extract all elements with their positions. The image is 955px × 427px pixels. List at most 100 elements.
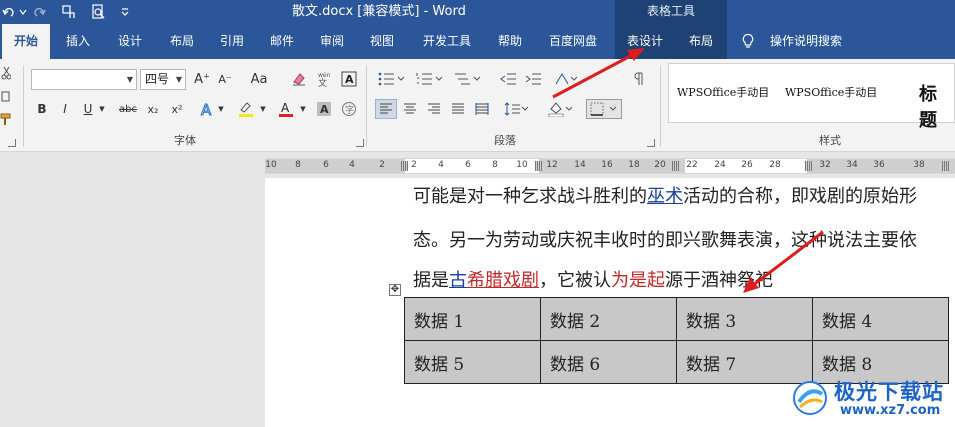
bold-button[interactable]: B	[34, 99, 50, 119]
styles-gallery[interactable]: WPSOffice手动目 WPSOffice手动目 标题	[668, 63, 955, 131]
align-right-icon[interactable]	[424, 99, 444, 119]
font-size-box[interactable]: 四号 ▼	[140, 69, 186, 90]
shading-icon[interactable]	[547, 99, 573, 119]
column-marker[interactable]	[535, 161, 542, 171]
chevron-down-icon[interactable]: ▼	[97, 99, 107, 119]
shrink-font-button[interactable]: A⁻	[216, 69, 234, 89]
tab-layout[interactable]: 布局	[162, 24, 202, 59]
table-cell[interactable]: 数据 6	[540, 340, 677, 384]
tab-help[interactable]: 帮助	[490, 24, 530, 59]
ribbon-tab-bar: 开始 插入 设计 布局 引用 邮件 审阅 视图 开发工具 帮助 百度网盘 表设计…	[0, 24, 955, 59]
enclose-characters-icon[interactable]: 字	[340, 99, 358, 119]
multilevel-list-icon[interactable]	[452, 69, 482, 89]
subscript-button[interactable]: x₂	[144, 99, 162, 119]
character-shading-icon[interactable]: A	[315, 99, 333, 119]
character-border-icon[interactable]: A	[340, 69, 358, 89]
tab-table-design[interactable]: 表设计	[615, 24, 675, 59]
distributed-icon[interactable]	[472, 99, 492, 119]
copy-icon[interactable]	[0, 86, 12, 106]
underline-button[interactable]: U	[80, 99, 96, 119]
redo-icon[interactable]	[0, 2, 18, 22]
ruler-tick: 22	[686, 160, 698, 170]
line-spacing-icon[interactable]	[503, 99, 529, 119]
font-color-icon[interactable]: A	[276, 99, 296, 119]
tab-insert[interactable]: 插入	[58, 24, 98, 59]
align-center-icon[interactable]	[400, 99, 420, 119]
table-cell[interactable]: 数据 2	[540, 297, 677, 341]
phonetic-guide-icon[interactable]: wén 文	[314, 69, 334, 89]
customize-toolbar-icon[interactable]	[118, 2, 132, 22]
numbering-icon[interactable]	[414, 69, 444, 89]
hyperlink-text[interactable]: 巫术	[647, 186, 683, 207]
grow-font-button[interactable]: A⁺	[193, 69, 211, 89]
align-left-icon[interactable]	[375, 99, 397, 119]
style-item[interactable]: WPSOffice手动目	[785, 84, 877, 100]
cut-icon[interactable]	[0, 63, 12, 83]
superscript-button[interactable]: x²	[168, 99, 186, 119]
chevron-down-icon[interactable]: ▼	[298, 99, 308, 119]
svg-text:A: A	[320, 103, 329, 116]
strikethrough-button[interactable]: abc	[117, 99, 139, 119]
style-heading[interactable]: 标题	[919, 80, 954, 132]
touch-mode-icon[interactable]	[58, 2, 80, 22]
data-table[interactable]: 数据 1 数据 2 数据 3 数据 4 数据 5 数据 6 数据 7 数据 8	[404, 297, 949, 384]
text-effects-icon[interactable]: A	[198, 99, 216, 119]
increase-indent-icon[interactable]	[523, 69, 543, 89]
column-marker[interactable]	[672, 161, 679, 171]
decrease-indent-icon[interactable]	[498, 69, 518, 89]
text-run: 据是	[413, 270, 449, 291]
paragraph-line[interactable]: 态。另一为劳动或庆祝丰收时的即兴歌舞表演，这种说法主要依	[413, 226, 917, 252]
clipboard-launcher-icon[interactable]	[8, 139, 16, 147]
tab-view[interactable]: 视图	[362, 24, 402, 59]
print-preview-icon[interactable]	[88, 2, 108, 22]
style-item[interactable]: WPSOffice手动目	[677, 84, 769, 100]
aurora-logo-icon	[793, 381, 827, 415]
hyperlink-text[interactable]: 古	[449, 270, 467, 291]
column-marker[interactable]	[805, 161, 812, 171]
ruler-tick: 34	[846, 160, 858, 170]
table-cell[interactable]: 数据 1	[404, 297, 541, 341]
column-marker[interactable]	[942, 161, 949, 171]
borders-icon[interactable]	[586, 99, 622, 119]
show-marks-icon[interactable]	[632, 69, 646, 89]
format-painter-icon[interactable]	[0, 109, 12, 129]
chevron-down-icon[interactable]: ▼	[258, 99, 268, 119]
tell-me-search[interactable]: 操作说明搜索	[766, 24, 846, 59]
tab-references[interactable]: 引用	[212, 24, 252, 59]
lightbulb-icon[interactable]	[740, 33, 756, 49]
table-cell[interactable]: 数据 3	[676, 297, 813, 341]
asian-layout-icon[interactable]	[553, 69, 579, 89]
paragraph-line[interactable]: 可能是对一种乞求战斗胜利的巫术活动的合称，即戏剧的原始形	[413, 182, 917, 208]
table-move-handle-icon[interactable]: ✥	[389, 284, 401, 296]
paragraph-line[interactable]: 据是古希腊戏剧，它被认为是起源于酒神祭祀	[413, 266, 773, 292]
chevron-down-icon[interactable]: ▼	[127, 70, 133, 89]
tab-home[interactable]: 开始	[2, 24, 50, 59]
undo-icon[interactable]	[30, 2, 48, 22]
tab-table-layout[interactable]: 布局	[675, 24, 727, 59]
clear-formatting-icon[interactable]	[290, 69, 308, 89]
tab-baidu-netdisk[interactable]: 百度网盘	[540, 24, 606, 59]
chevron-down-icon[interactable]: ▼	[216, 99, 226, 119]
ruler-tick: 4	[349, 160, 355, 170]
change-case-button[interactable]: Aa	[244, 69, 274, 89]
watermark-url: www.xz7.com	[840, 403, 941, 418]
svg-text:字: 字	[345, 104, 354, 116]
bullets-icon[interactable]	[376, 69, 406, 89]
table-cell[interactable]: 数据 5	[404, 340, 541, 384]
highlight-color-icon[interactable]	[236, 99, 256, 119]
italic-button[interactable]: I	[57, 99, 73, 119]
chevron-down-icon[interactable]: ▼	[176, 70, 182, 89]
tab-mailings[interactable]: 邮件	[262, 24, 302, 59]
tab-developer[interactable]: 开发工具	[414, 24, 480, 59]
title-bar: 散文.docx [兼容模式] - Word 表格工具	[0, 0, 955, 24]
font-dialog-launcher-icon[interactable]	[356, 139, 364, 147]
tab-review[interactable]: 审阅	[312, 24, 352, 59]
hyperlink-text[interactable]: 希腊戏剧	[467, 270, 539, 291]
justify-icon[interactable]	[448, 99, 468, 119]
font-family-box[interactable]: ▼	[31, 69, 137, 90]
table-cell[interactable]: 数据 4	[812, 297, 949, 341]
horizontal-ruler[interactable]: 10 8 6 4 2 2 4 6 8 10 12 14 16 18 20 22 …	[265, 158, 955, 174]
redo-dropdown-icon[interactable]	[18, 2, 28, 22]
tab-design[interactable]: 设计	[110, 24, 150, 59]
paragraph-dialog-launcher-icon[interactable]	[647, 139, 655, 147]
